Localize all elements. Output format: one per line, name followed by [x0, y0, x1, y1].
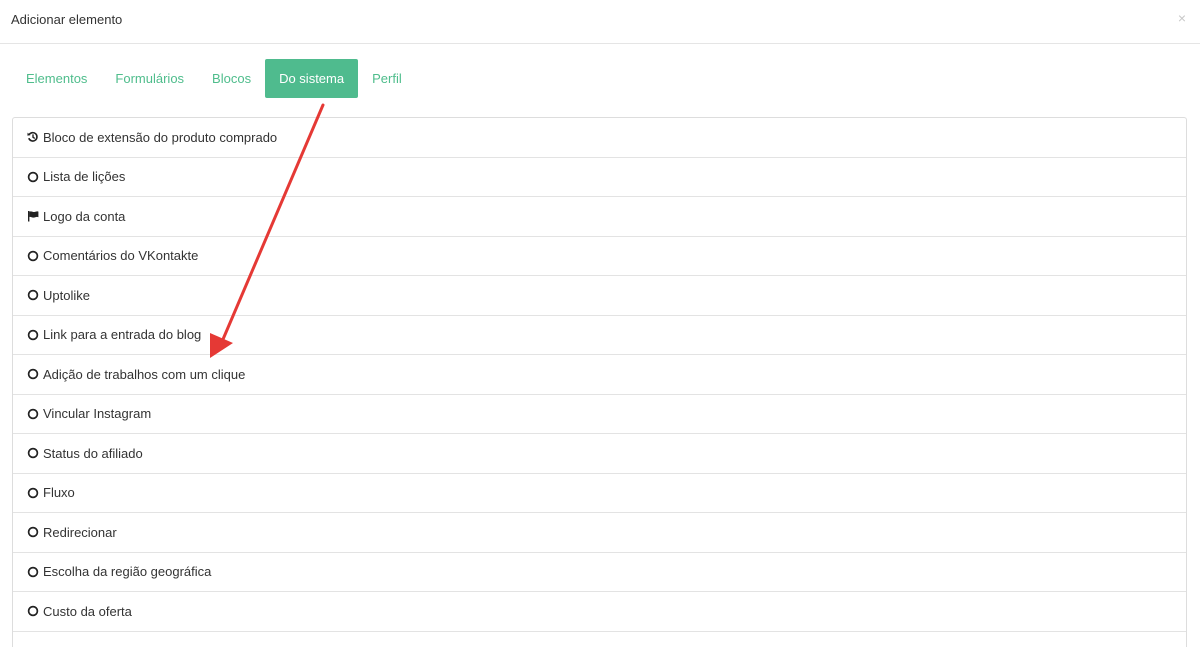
list-item[interactable]: Adição de trabalhos com um clique: [13, 355, 1186, 395]
list-item-label: Lista de lições: [43, 169, 125, 184]
list-item[interactable]: Logo da conta: [13, 197, 1186, 237]
tab-perfil[interactable]: Perfil: [358, 59, 416, 98]
list-item[interactable]: Redirecionar: [13, 513, 1186, 553]
circle-icon: [27, 566, 39, 578]
circle-icon: [27, 605, 39, 617]
tab-bar: Elementos Formulários Blocos Do sistema …: [12, 59, 416, 98]
list-item[interactable]: Comentários do VKontakte: [13, 237, 1186, 277]
list-item[interactable]: Custo da oferta: [13, 592, 1186, 632]
circle-icon: [27, 171, 39, 183]
list-item[interactable]: Status do afiliado: [13, 434, 1186, 474]
system-elements-list: Bloco de extensão do produto comprado Li…: [12, 117, 1187, 647]
list-item-label: Link para a entrada do blog: [43, 327, 201, 342]
history-icon: [27, 131, 39, 143]
circle-icon: [27, 447, 39, 459]
circle-icon: [27, 487, 39, 499]
list-item-label: Vincular Instagram: [43, 406, 151, 421]
list-item[interactable]: Lista de lições: [13, 158, 1186, 198]
list-item-label: Redirecionar: [43, 525, 117, 540]
list-item[interactable]: Uptolike: [13, 276, 1186, 316]
flag-icon: [27, 210, 39, 222]
list-item-label: Bloco de extensão do produto comprado: [43, 130, 277, 145]
list-item[interactable]: [13, 632, 1186, 647]
tab-elementos[interactable]: Elementos: [12, 59, 101, 98]
list-item[interactable]: Escolha da região geográfica: [13, 553, 1186, 593]
list-item-label: Logo da conta: [43, 209, 125, 224]
list-item-label: Adição de trabalhos com um clique: [43, 367, 245, 382]
list-item-label: Custo da oferta: [43, 604, 132, 619]
close-button[interactable]: ×: [1172, 8, 1192, 28]
list-item-label: Uptolike: [43, 288, 90, 303]
circle-icon: [27, 329, 39, 341]
circle-icon: [27, 368, 39, 380]
tab-blocos[interactable]: Blocos: [198, 59, 265, 98]
tab-do-sistema[interactable]: Do sistema: [265, 59, 358, 98]
modal-title: Adicionar elemento: [11, 12, 122, 27]
list-item-label: Escolha da região geográfica: [43, 564, 211, 579]
list-item-label: Status do afiliado: [43, 446, 143, 461]
circle-icon: [27, 408, 39, 420]
list-item[interactable]: Vincular Instagram: [13, 395, 1186, 435]
list-item-label: Comentários do VKontakte: [43, 248, 198, 263]
list-item-label: Fluxo: [43, 485, 75, 500]
circle-icon: [27, 289, 39, 301]
tab-formularios[interactable]: Formulários: [101, 59, 198, 98]
modal-header: Adicionar elemento ×: [0, 0, 1200, 44]
circle-icon: [27, 526, 39, 538]
circle-icon: [27, 250, 39, 262]
list-item[interactable]: Link para a entrada do blog: [13, 316, 1186, 356]
list-item[interactable]: Bloco de extensão do produto comprado: [13, 118, 1186, 158]
list-item[interactable]: Fluxo: [13, 474, 1186, 514]
